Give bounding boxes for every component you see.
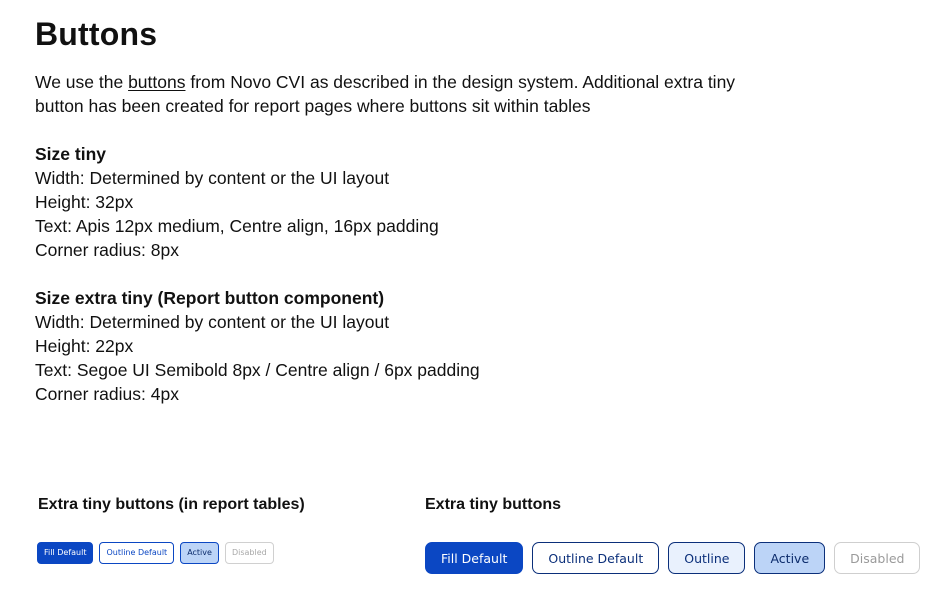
tiny-buttons-row: Fill Default Outline Default Outline Act…	[425, 542, 921, 574]
outline-default-button[interactable]: Outline Default	[532, 542, 660, 574]
active-button[interactable]: Active	[754, 542, 826, 574]
spec-tiny-height: Height: 32px	[35, 192, 134, 212]
spec-extra-tiny-width: Width: Determined by content or the UI l…	[35, 312, 390, 332]
report-outline-default-button[interactable]: Outline Default	[99, 542, 175, 564]
spec-tiny-text: Text: Apis 12px medium, Centre align, 16…	[35, 216, 439, 236]
spec-tiny-width: Width: Determined by content or the UI l…	[35, 168, 390, 188]
report-buttons-title: Extra tiny buttons (in report tables)	[38, 496, 305, 513]
spec-tiny-heading: Size tiny	[35, 144, 106, 164]
report-buttons-row: Fill Default Outline Default Active Disa…	[37, 542, 274, 564]
spec-size-extra-tiny: Size extra tiny (Report button component…	[35, 286, 480, 406]
intro-text-before: We use the	[35, 72, 129, 92]
report-disabled-button: Disabled	[224, 542, 274, 564]
spec-tiny-radius: Corner radius: 8px	[35, 240, 179, 260]
tiny-buttons-title: Extra tiny buttons	[425, 496, 562, 513]
report-fill-default-button[interactable]: Fill Default	[37, 542, 94, 564]
report-active-button[interactable]: Active	[180, 542, 219, 564]
outline-button[interactable]: Outline	[668, 542, 746, 574]
spec-extra-tiny-text: Text: Segoe UI Semibold 8px / Centre ali…	[35, 360, 480, 380]
page-title: Buttons	[35, 16, 158, 52]
buttons-link[interactable]: buttons	[128, 72, 185, 92]
spec-size-tiny: Size tiny Width: Determined by content o…	[35, 142, 439, 262]
intro-paragraph: We use the buttons from Novo CVI as desc…	[35, 70, 755, 118]
disabled-button: Disabled	[834, 542, 921, 574]
spec-extra-tiny-radius: Corner radius: 4px	[35, 384, 179, 404]
spec-extra-tiny-height: Height: 22px	[35, 336, 134, 356]
fill-default-button[interactable]: Fill Default	[425, 542, 524, 574]
spec-extra-tiny-heading: Size extra tiny (Report button component…	[35, 288, 385, 308]
